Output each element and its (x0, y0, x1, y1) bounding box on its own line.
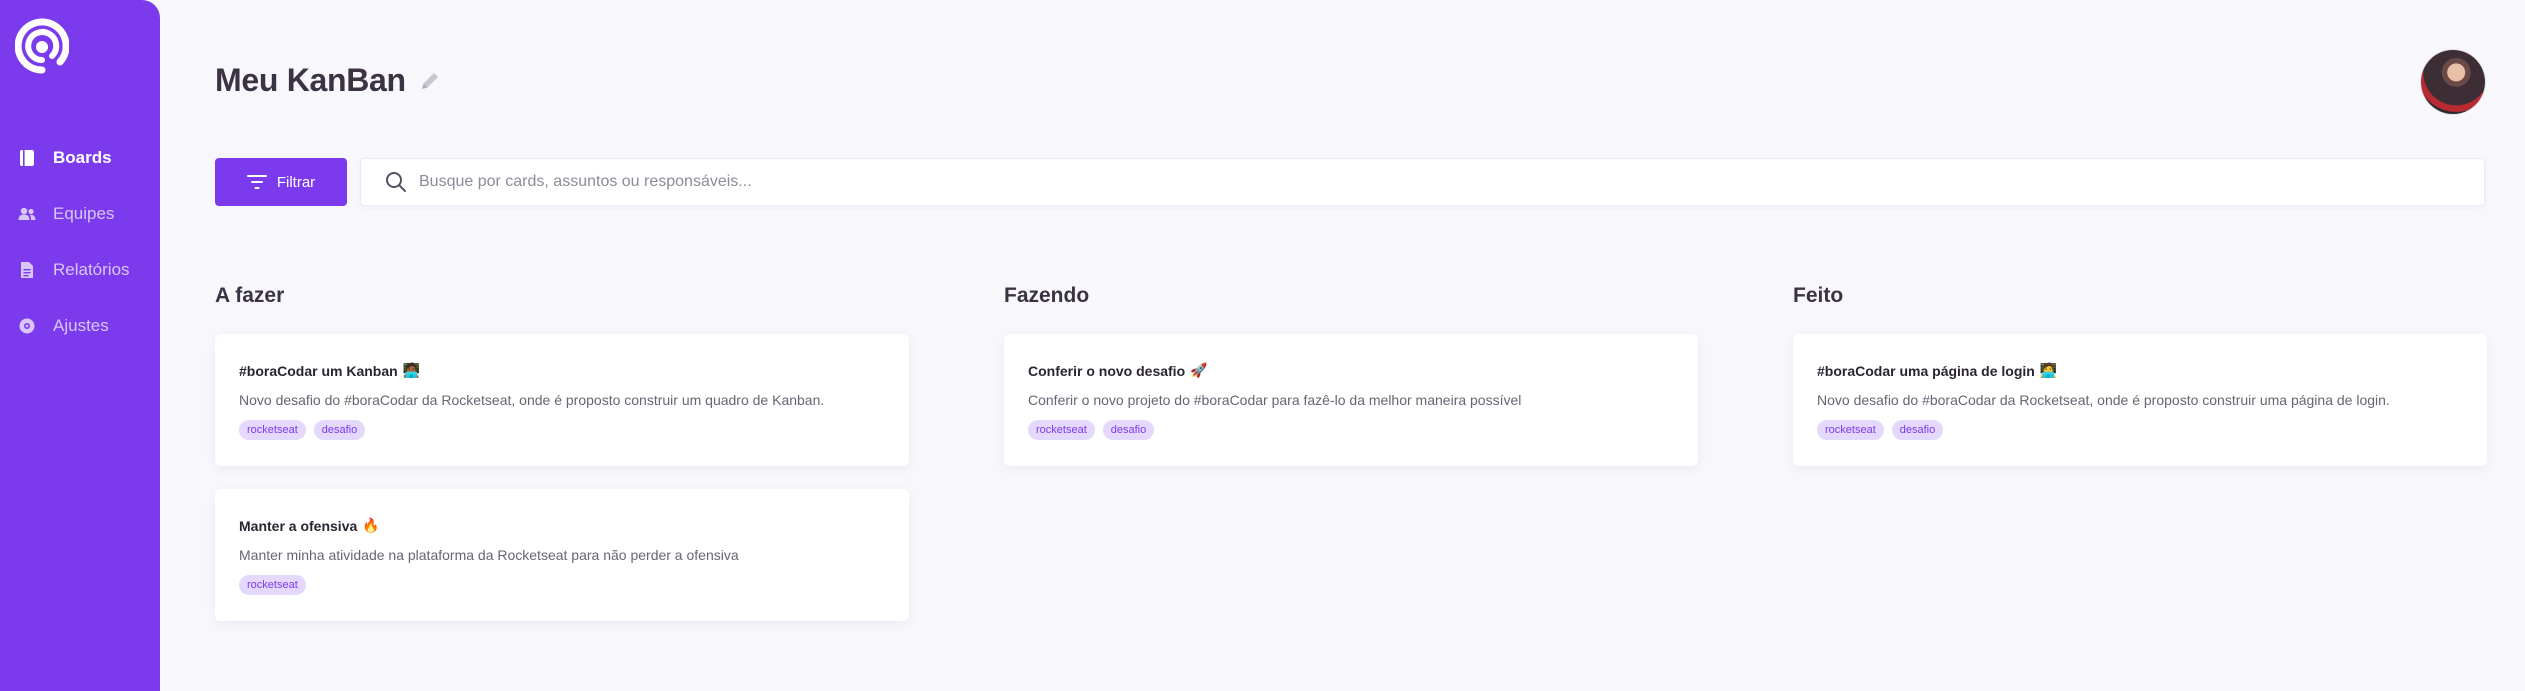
card-tags: rocketseat desafio (239, 420, 885, 440)
sidebar-item-label: Ajustes (53, 316, 109, 335)
card-tags: rocketseat (239, 575, 885, 595)
settings-icon (18, 317, 36, 335)
sidebar-item-label: Boards (53, 148, 112, 167)
users-icon (18, 205, 36, 223)
sidebar-item-boards[interactable]: Boards (0, 130, 160, 186)
technologist-emoji-icon: 🧑🏾‍💻 (402, 363, 421, 379)
card-description: Novo desafio do #boraCodar da Rocketseat… (1817, 392, 2390, 408)
card-title-text: #boraCodar uma página de login (1817, 363, 2035, 379)
search-input[interactable] (419, 173, 2319, 191)
card-description: Manter minha atividade na plataforma da … (239, 547, 739, 563)
logo-icon[interactable] (14, 14, 70, 74)
filter-icon (246, 175, 267, 189)
sidebar-item-relatorios[interactable]: Relatórios (0, 242, 160, 298)
book-icon (18, 149, 36, 167)
tag[interactable]: desafio (1891, 420, 1944, 440)
tag[interactable]: rocketseat (239, 420, 306, 440)
card-title-text: Conferir o novo desafio (1028, 363, 1186, 379)
kanban-card[interactable]: #boraCodar um Kanban 🧑🏾‍💻 Novo desafio d… (215, 334, 909, 466)
card-title-text: #boraCodar um Kanban (239, 363, 398, 379)
card-title-text: Manter a ofensiva (239, 518, 358, 534)
tag[interactable]: rocketseat (239, 575, 306, 595)
rocket-emoji-icon: 🚀 (1190, 363, 1208, 379)
column-fazendo: Fazendo Conferir o novo desafio 🚀 Confer… (1004, 284, 1698, 466)
fire-emoji-icon: 🔥 (362, 518, 380, 534)
column-title: Feito (1793, 284, 1844, 307)
column-title: Fazendo (1004, 284, 1090, 307)
card-description: Novo desafio do #boraCodar da Rocketseat… (239, 392, 825, 408)
kanban-card[interactable]: Conferir o novo desafio 🚀 Conferir o nov… (1004, 334, 1698, 466)
sidebar-item-equipes[interactable]: Equipes (0, 186, 160, 242)
card-title: #boraCodar uma página de login 🧑‍💻 (1817, 361, 2463, 381)
page-title: Meu KanBan (215, 62, 406, 98)
sidebar-item-label: Equipes (53, 204, 115, 223)
filter-button[interactable]: Filtrar (215, 158, 347, 206)
avatar[interactable] (2421, 50, 2485, 114)
sidebar-nav: Boards Equipes Relatórios Ajustes (0, 130, 160, 354)
technologist-emoji-icon: 🧑‍💻 (2039, 363, 2058, 379)
pencil-icon[interactable] (418, 68, 444, 94)
card-tags: rocketseat desafio (1817, 420, 2463, 440)
tag[interactable]: rocketseat (1817, 420, 1884, 440)
document-icon (18, 261, 36, 279)
column-title: A fazer (215, 284, 285, 307)
card-title: Conferir o novo desafio 🚀 (1028, 361, 1674, 381)
card-tags: rocketseat desafio (1028, 420, 1674, 440)
sidebar-item-label: Relatórios (53, 260, 130, 279)
tag[interactable]: desafio (1102, 420, 1155, 440)
kanban-card[interactable]: Manter a ofensiva 🔥 Manter minha ativida… (215, 489, 909, 621)
kanban-card[interactable]: #boraCodar uma página de login 🧑‍💻 Novo … (1793, 334, 2487, 466)
card-title: #boraCodar um Kanban 🧑🏾‍💻 (239, 361, 885, 381)
tag[interactable]: rocketseat (1028, 420, 1095, 440)
sidebar: Boards Equipes Relatórios Ajustes (0, 0, 160, 691)
column-feito: Feito #boraCodar uma página de login 🧑‍💻… (1793, 284, 2487, 466)
sidebar-item-ajustes[interactable]: Ajustes (0, 298, 160, 354)
title-row: Meu KanBan (215, 62, 444, 99)
filter-button-label: Filtrar (276, 173, 316, 191)
tag[interactable]: desafio (313, 420, 366, 440)
card-description: Conferir o novo projeto do #boraCodar pa… (1028, 392, 1522, 408)
card-title: Manter a ofensiva 🔥 (239, 516, 885, 536)
search-icon (385, 171, 407, 193)
search-box[interactable] (360, 158, 2485, 206)
column-a-fazer: A fazer #boraCodar um Kanban 🧑🏾‍💻 Novo d… (215, 284, 909, 621)
